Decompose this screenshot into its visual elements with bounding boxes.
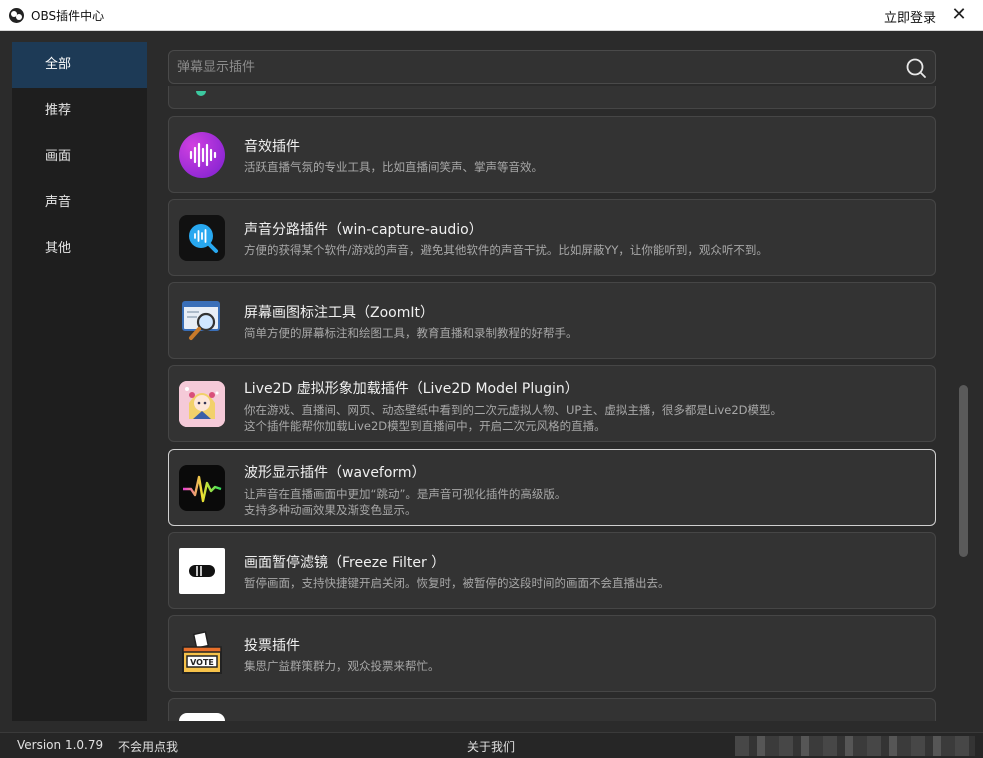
plugin-name: 屏幕画图标注工具（ZoomIt） (244, 305, 434, 321)
waveform-icon (179, 465, 225, 511)
category-sidebar: 全部 推荐 画面 声音 其他 (12, 42, 147, 721)
close-icon[interactable]: ✕ (944, 3, 974, 27)
obs-logo-icon (9, 8, 24, 23)
plugin-name: 波形显示插件（waveform） (244, 465, 426, 481)
plugin-description: 让声音在直播画面中更加“跳动”。是声音可视化插件的高级版。 支持多种动画效果及渐… (244, 487, 567, 517)
plugin-card-partial-bottom[interactable] (168, 698, 936, 721)
help-link[interactable]: 不会用点我 (118, 738, 178, 755)
plugin-card[interactable]: Live2D 虚拟形象加载插件（Live2D Model Plugin） 你在游… (168, 365, 936, 442)
sidebar-item-video[interactable]: 画面 (12, 134, 147, 180)
freeze-filter-icon (179, 548, 225, 594)
status-footer: Version 1.0.79 不会用点我 关于我们 (0, 732, 983, 758)
plugin-description: 你在游戏、直播间、网页、动态壁纸中看到的二次元虚拟人物、UP主、虚拟主播，很多都… (244, 403, 783, 433)
search-input[interactable] (177, 51, 877, 83)
plugin-name: 声音分路插件（win-capture-audio） (244, 222, 483, 238)
plugin-description: 方便的获得某个软件/游戏的声音，避免其他软件的声音干扰。比如屏蔽YY，让你能听到… (244, 243, 768, 257)
anime-avatar-icon (179, 381, 225, 427)
plugin-name: 画面暂停滤镜（Freeze Filter ） (244, 555, 446, 571)
plugin-card[interactable]: 音效插件 活跃直播气氛的专业工具，比如直播间笑声、掌声等音效。 (168, 116, 936, 193)
sidebar-item-audio[interactable]: 声音 (12, 180, 147, 226)
plugin-description: 简单方便的屏幕标注和绘图工具，教育直播和录制教程的好帮手。 (244, 326, 578, 340)
search-icon[interactable] (905, 57, 927, 79)
sidebar-item-recommended[interactable]: 推荐 (12, 88, 147, 134)
plugin-card-partial-top[interactable] (168, 86, 936, 109)
version-label: Version 1.0.79 (17, 738, 104, 752)
audio-search-icon (179, 215, 225, 261)
window-title: OBS插件中心 (31, 9, 105, 23)
magnifier-screen-icon (179, 298, 225, 344)
plugin-icon-partial (196, 91, 206, 96)
title-bar: OBS插件中心 立即登录 ✕ (0, 0, 983, 31)
plugin-card-selected[interactable]: 波形显示插件（waveform） 让声音在直播画面中更加“跳动”。是声音可视化插… (168, 449, 936, 526)
plugin-description: 暂停画面，支持快捷键开启关闭。恢复时，被暂停的这段时间的画面不会直播出去。 (244, 576, 670, 590)
plugin-list: 音效插件 活跃直播气氛的专业工具，比如直播间笑声、掌声等音效。 声音分路插件（w… (168, 86, 936, 721)
scrollbar-thumb[interactable] (959, 385, 968, 557)
plugin-card[interactable]: 画面暂停滤镜（Freeze Filter ） 暂停画面，支持快捷键开启关闭。恢复… (168, 532, 936, 609)
vote-box-icon: VOTE (179, 631, 225, 677)
plugin-name: 音效插件 (244, 139, 300, 155)
svg-text:VOTE: VOTE (190, 658, 214, 667)
about-us-link[interactable]: 关于我们 (467, 738, 515, 755)
plugin-icon-partial (179, 713, 225, 721)
search-bar (168, 50, 936, 84)
plugin-name: Live2D 虚拟形象加载插件（Live2D Model Plugin） (244, 381, 579, 397)
sidebar-item-other[interactable]: 其他 (12, 226, 147, 272)
plugin-card[interactable]: 屏幕画图标注工具（ZoomIt） 简单方便的屏幕标注和绘图工具，教育直播和录制教… (168, 282, 936, 359)
sidebar-item-all[interactable]: 全部 (12, 42, 147, 88)
plugin-description: 活跃直播气氛的专业工具，比如直播间笑声、掌声等音效。 (244, 160, 543, 174)
blurred-region (735, 736, 975, 756)
plugin-name: 投票插件 (244, 638, 300, 654)
sound-wave-icon (179, 132, 225, 178)
plugin-description: 集思广益群策群力，观众投票来帮忙。 (244, 659, 440, 673)
login-button[interactable]: 立即登录 (884, 7, 936, 26)
plugin-card[interactable]: 声音分路插件（win-capture-audio） 方便的获得某个软件/游戏的声… (168, 199, 936, 276)
plugin-card[interactable]: VOTE 投票插件 集思广益群策群力，观众投票来帮忙。 (168, 615, 936, 692)
